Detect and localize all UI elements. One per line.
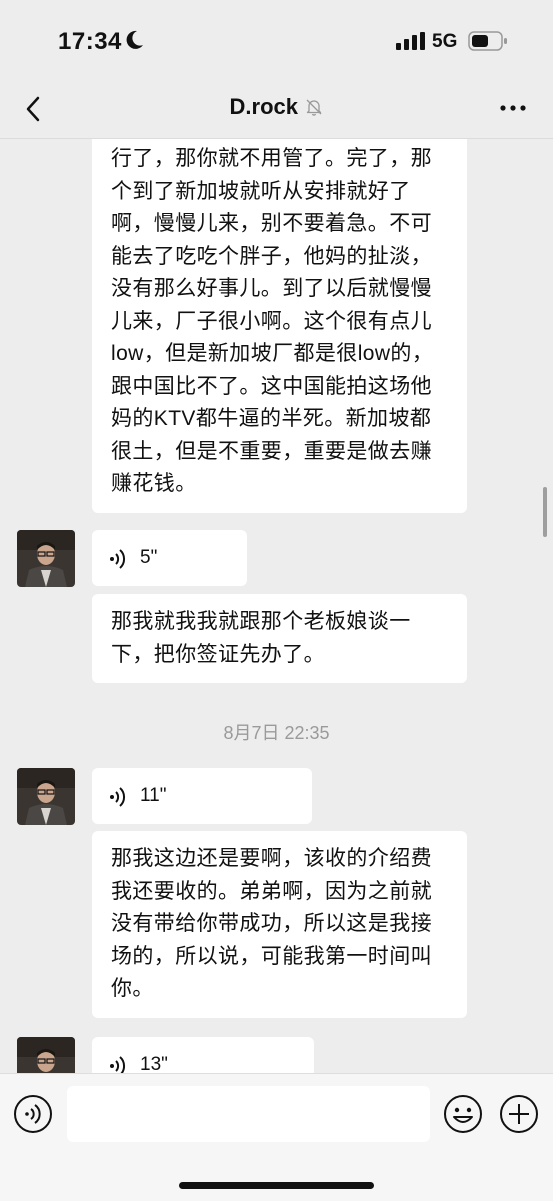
network-type: 5G	[432, 31, 458, 52]
timestamp: 8月7日 22:35	[223, 723, 330, 743]
message-text: 那我这边还是要啊，该收的介绍费我还要收的。弟弟啊，因为之前就没有带给你带成功，所…	[111, 847, 432, 1001]
more-dots-icon[interactable]	[499, 103, 527, 113]
message-input[interactable]	[67, 1086, 430, 1142]
battery-icon	[468, 31, 507, 51]
voice-input-icon[interactable]	[13, 1094, 53, 1134]
status-bar: 17:34 5G	[0, 0, 553, 80]
home-indicator[interactable]	[179, 1182, 374, 1189]
emoji-icon[interactable]	[443, 1094, 483, 1134]
voice-duration: 5"	[140, 547, 158, 568]
chat-header: D.rock	[0, 80, 553, 139]
mute-bell-icon	[307, 99, 322, 116]
message-text: 那我就我我就跟那个老板娘谈一下，把你签证先办了。	[111, 610, 411, 666]
voice-message[interactable]: 5"	[92, 530, 247, 586]
avatar-image	[17, 1037, 75, 1073]
avatar[interactable]	[17, 1037, 75, 1073]
moon-icon	[126, 30, 143, 49]
avatar[interactable]	[17, 530, 75, 587]
voice-duration: 11"	[140, 785, 167, 806]
plus-icon[interactable]	[499, 1094, 539, 1134]
input-bar	[0, 1073, 553, 1201]
voice-wave-icon	[110, 549, 126, 569]
voice-message[interactable]: 13"	[92, 1037, 314, 1073]
signal-icon	[396, 32, 425, 50]
scrollbar[interactable]	[543, 487, 547, 537]
chat-title: D.rock	[229, 94, 299, 119]
avatar[interactable]	[17, 768, 75, 825]
voice-wave-icon	[110, 787, 126, 807]
message-bubble[interactable]: 那我这边还是要啊，该收的介绍费我还要收的。弟弟啊，因为之前就没有带给你带成功，所…	[92, 831, 467, 1018]
message-bubble[interactable]: 行了，那你就不用管了。完了，那个到了新加坡就听从安排就好了啊，慢慢儿来，别不要着…	[92, 139, 467, 514]
voice-duration: 13"	[140, 1054, 168, 1073]
message-bubble[interactable]: 那我就我我就跟那个老板娘谈一下，把你签证先办了。	[92, 594, 467, 684]
chat-title-area: D.rock	[0, 94, 553, 120]
avatar-image	[17, 530, 75, 587]
voice-message[interactable]: 11"	[92, 768, 312, 824]
message-text: 行了，那你就不用管了。完了，那个到了新加坡就听从安排就好了啊，慢慢儿来，别不要着…	[111, 147, 434, 496]
voice-wave-icon	[110, 1056, 126, 1073]
avatar-image	[17, 768, 75, 825]
status-time: 17:34	[58, 28, 122, 55]
chat-area[interactable]: 行了，那你就不用管了。完了，那个到了新加坡就听从安排就好了啊，慢慢儿来，别不要着…	[0, 139, 553, 1073]
